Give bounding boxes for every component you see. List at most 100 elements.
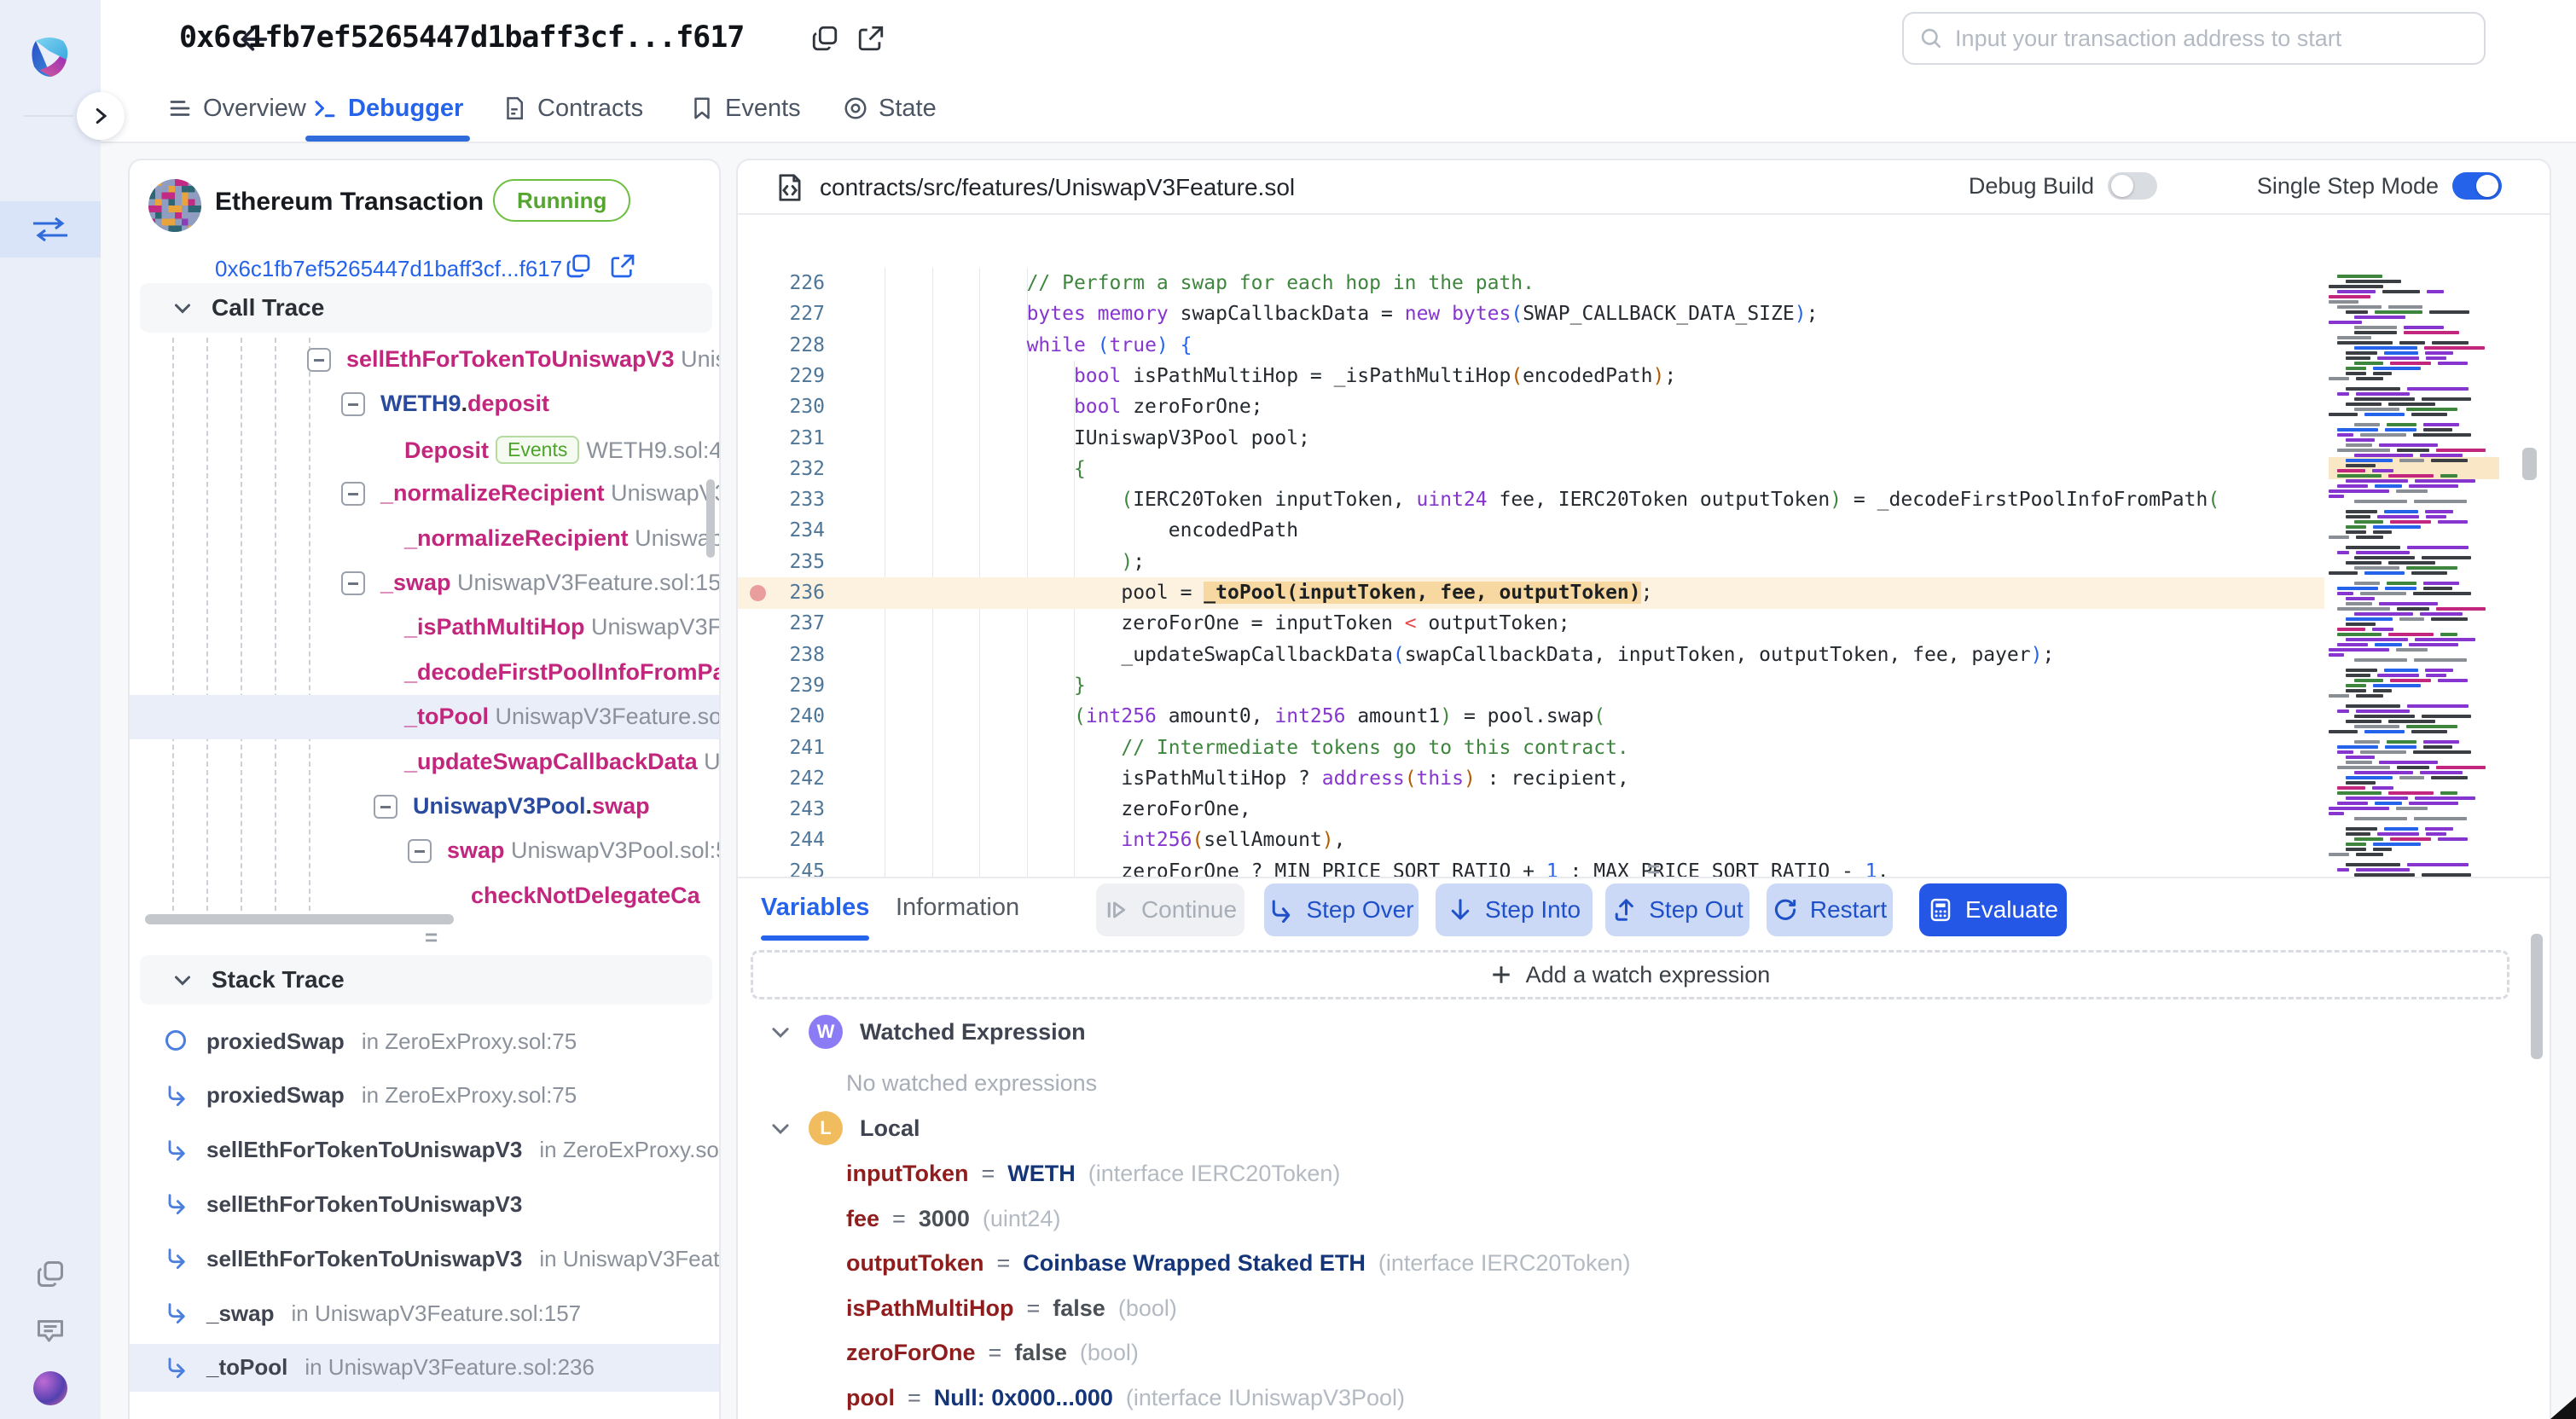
stack-trace-row[interactable]: sellEthForTokenToUniswapV3 <box>130 1180 721 1228</box>
variables-section-local[interactable]: LLocal <box>769 1109 920 1147</box>
line-number[interactable]: 243 <box>738 794 825 825</box>
collapse-expander-icon[interactable] <box>408 839 432 863</box>
stack-trace-row[interactable]: sellEthForTokenToUniswapV3in UniswapV3Fe… <box>130 1235 721 1283</box>
line-number[interactable]: 230 <box>738 391 825 423</box>
variable-row[interactable]: fee = 3000 (uint24) <box>846 1206 1060 1232</box>
stack-trace-header[interactable]: Stack Trace <box>140 955 712 1005</box>
tab-state[interactable]: State <box>843 77 937 140</box>
code-editor[interactable]: 226 // Perform a swap for each hop in th… <box>738 215 2551 877</box>
tab-overview[interactable]: Overview <box>167 77 306 140</box>
line-number[interactable]: 245 <box>738 856 825 877</box>
call-trace-row[interactable]: _normalizeRecipient Uniswap <box>130 517 721 561</box>
editor-vscrollbar[interactable] <box>2522 448 2537 480</box>
stack-trace-row[interactable]: _toPoolin UniswapV3Feature.sol:236 <box>130 1344 721 1392</box>
line-number[interactable]: 236 <box>738 577 825 609</box>
stack-trace-row[interactable]: _swapin UniswapV3Feature.sol:157 <box>130 1289 721 1337</box>
continue-button[interactable]: Continue <box>1096 883 1244 936</box>
line-number[interactable]: 229 <box>738 361 825 392</box>
stack-trace-row[interactable]: proxiedSwapin ZeroExProxy.sol:75 <box>130 1017 721 1065</box>
call-trace-hscrollbar[interactable] <box>145 914 708 924</box>
line-number[interactable]: 234 <box>738 515 825 547</box>
sidebar-expand-button[interactable] <box>77 92 125 140</box>
tab-variables[interactable]: Variables <box>761 894 869 922</box>
call-trace-vscrollbar[interactable] <box>706 479 715 558</box>
app-logo-icon[interactable] <box>24 32 75 84</box>
transaction-hash-link[interactable]: 0x6c1fb7ef5265447d1baff3cf...f617 <box>215 256 562 282</box>
collapse-expander-icon[interactable] <box>307 348 331 372</box>
line-number[interactable]: 232 <box>738 454 825 485</box>
tab-information[interactable]: Information <box>896 894 1019 922</box>
call-trace-row[interactable]: _swap UniswapV3Feature.sol:157 <box>130 561 721 605</box>
tab-debugger[interactable]: Debugger <box>312 77 463 140</box>
add-watch-expression-button[interactable]: Add a watch expression <box>751 950 2509 999</box>
debug-build-switch[interactable] <box>2108 172 2157 200</box>
evaluate-button[interactable]: Evaluate <box>1919 883 2067 936</box>
call-trace-row[interactable]: sellEthForTokenToUniswapV3 Unis <box>130 338 721 382</box>
open-external-icon[interactable] <box>856 24 885 53</box>
feedback-chat-icon[interactable] <box>35 1315 66 1346</box>
tab-events[interactable]: Events <box>689 77 801 140</box>
line-number[interactable]: 226 <box>738 268 825 299</box>
code-file-icon <box>774 171 806 204</box>
call-trace-row[interactable]: _toPool UniswapV3Feature.so <box>130 695 721 739</box>
variable-row[interactable]: zeroForOne = false (bool) <box>846 1340 1139 1366</box>
variables-section-watched[interactable]: WWatched Expression <box>769 1013 1086 1051</box>
line-number[interactable]: 241 <box>738 733 825 764</box>
editor-resize-handle[interactable]: = <box>1647 865 1660 873</box>
code-line: 244 int256(sellAmount), <box>738 825 2324 856</box>
code-line: 234 encodedPath <box>738 515 2324 547</box>
call-trace-row[interactable]: DepositEventsWETH9.sol:4 <box>130 427 721 472</box>
line-number[interactable]: 228 <box>738 330 825 362</box>
line-number[interactable]: 231 <box>738 423 825 455</box>
panel-resize-handle[interactable]: = <box>425 933 438 941</box>
line-number[interactable]: 235 <box>738 547 825 578</box>
tab-contracts[interactable]: Contracts <box>502 77 643 140</box>
add-watch-label: Add a watch expression <box>1526 962 1771 988</box>
call-trace-row[interactable]: _updateSwapCallbackData U <box>130 740 721 785</box>
collapse-expander-icon[interactable] <box>374 795 397 819</box>
line-number[interactable]: 238 <box>738 640 825 671</box>
open-tx-external-icon[interactable] <box>609 252 636 280</box>
nav-item-transactions[interactable] <box>0 201 101 258</box>
single-step-mode-switch[interactable] <box>2452 172 2502 200</box>
transaction-avatar <box>148 179 201 232</box>
step-over-button[interactable]: Step Over <box>1264 883 1419 936</box>
stack-trace-row[interactable]: proxiedSwapin ZeroExProxy.sol:75 <box>130 1072 721 1120</box>
search-input[interactable] <box>1955 26 2469 52</box>
user-avatar[interactable] <box>33 1371 67 1405</box>
collapse-expander-icon[interactable] <box>341 571 365 595</box>
call-trace-row[interactable]: _isPathMultiHop UniswapV3F <box>130 605 721 650</box>
minimap[interactable] <box>2329 275 2499 877</box>
step-out-button[interactable]: Step Out <box>1605 883 1749 936</box>
call-trace-row[interactable]: WETH9.deposit <box>130 382 721 426</box>
copy-docs-icon[interactable] <box>35 1259 66 1289</box>
variable-row[interactable]: outputToken = Coinbase Wrapped Staked ET… <box>846 1250 1630 1277</box>
line-number[interactable]: 239 <box>738 670 825 702</box>
line-number[interactable]: 240 <box>738 701 825 733</box>
call-trace-row[interactable]: _normalizeRecipient UniswapV3 <box>130 472 721 516</box>
line-number[interactable]: 233 <box>738 484 825 516</box>
copy-hash-icon[interactable] <box>810 24 839 53</box>
line-number[interactable]: 242 <box>738 763 825 795</box>
call-trace-row[interactable]: UniswapV3Pool.swap <box>130 785 721 829</box>
step-into-button[interactable]: Step Into <box>1436 883 1593 936</box>
call-trace-header[interactable]: Call Trace <box>140 283 712 333</box>
call-trace-row[interactable]: _decodeFirstPoolInfoFromPa <box>130 651 721 695</box>
restart-button[interactable]: Restart <box>1767 883 1893 936</box>
collapse-expander-icon[interactable] <box>341 392 365 416</box>
stack-trace-row[interactable]: sellEthForTokenToUniswapV3in ZeroExProxy… <box>130 1127 721 1174</box>
line-number[interactable]: 227 <box>738 298 825 330</box>
call-trace-row[interactable]: swap UniswapV3Pool.sol:5 <box>130 829 721 873</box>
copy-hash-small-icon[interactable] <box>565 252 592 280</box>
line-number[interactable]: 237 <box>738 608 825 640</box>
variable-row[interactable]: pool = Null: 0x000...000 (interface IUni… <box>846 1385 1405 1411</box>
file-path: contracts/src/features/UniswapV3Feature.… <box>820 174 1295 201</box>
variables-vscrollbar[interactable] <box>2531 934 2543 1059</box>
variable-row[interactable]: inputToken = WETH (interface IERC20Token… <box>846 1161 1340 1187</box>
call-trace-row[interactable]: checkNotDelegateCa <box>130 874 721 911</box>
step-out-icon <box>1611 897 1637 923</box>
variable-row[interactable]: isPathMultiHop = false (bool) <box>846 1295 1177 1322</box>
collapse-expander-icon[interactable] <box>341 482 365 506</box>
line-number[interactable]: 244 <box>738 825 825 856</box>
call-trace-label: sellEthForTokenToUniswapV3 Unis <box>346 346 721 373</box>
